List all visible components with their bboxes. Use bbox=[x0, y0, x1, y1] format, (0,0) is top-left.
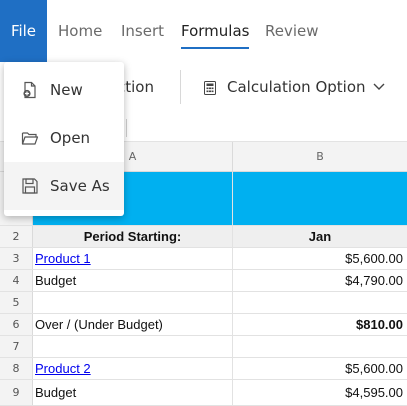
cell[interactable]: Product 2 bbox=[33, 358, 233, 379]
table-row: 4 Budget $4,790.00 bbox=[0, 270, 407, 292]
cell[interactable]: $5,600.00 bbox=[233, 248, 407, 269]
row-header[interactable]: 8 bbox=[0, 358, 33, 379]
row-header[interactable]: 2 bbox=[0, 226, 33, 247]
menu-item-label: Open bbox=[50, 129, 91, 147]
new-file-icon bbox=[23, 81, 36, 99]
table-row: 7 bbox=[0, 336, 407, 358]
tab-formulas[interactable]: Formulas bbox=[181, 0, 250, 62]
toolbar-divider bbox=[180, 70, 181, 104]
cell[interactable]: Budget bbox=[33, 380, 233, 405]
cell[interactable]: $4,595.00 bbox=[233, 380, 407, 405]
row-header[interactable]: 4 bbox=[0, 270, 33, 291]
menu-item-label: New bbox=[50, 81, 83, 99]
table-row: 9 Budget $4,595.00 bbox=[0, 380, 407, 406]
menu-item-label: Save As bbox=[50, 177, 110, 195]
cell[interactable] bbox=[33, 292, 233, 313]
table-row: 8 Product 2 $5,600.00 bbox=[0, 358, 407, 380]
formula-bar-divider bbox=[126, 119, 127, 137]
tab-home[interactable]: Home bbox=[58, 0, 102, 62]
cell[interactable]: Period Starting: bbox=[33, 226, 233, 247]
calculation-option-button[interactable]: Calculation Option bbox=[227, 78, 366, 96]
cell[interactable] bbox=[233, 336, 407, 357]
product-link[interactable]: Product 1 bbox=[35, 251, 91, 266]
menu-item-open[interactable]: Open bbox=[4, 114, 124, 162]
table-row: 6 Over / (Under Budget) $810.00 bbox=[0, 314, 407, 336]
cell[interactable]: $5,600.00 bbox=[233, 358, 407, 379]
file-menu: New Open Save As bbox=[4, 62, 124, 216]
menu-item-new[interactable]: New bbox=[4, 66, 124, 114]
cell[interactable]: Product 1 bbox=[33, 248, 233, 269]
cell[interactable]: $4,790.00 bbox=[233, 270, 407, 291]
row-header[interactable]: 3 bbox=[0, 248, 33, 269]
save-icon bbox=[22, 178, 38, 194]
product-link[interactable]: Product 2 bbox=[35, 361, 91, 376]
row-header[interactable]: 6 bbox=[0, 314, 33, 335]
folder-open-icon bbox=[21, 132, 39, 145]
ribbon-tabbar: File Home Insert Formulas Review bbox=[0, 0, 407, 62]
cell[interactable] bbox=[33, 336, 233, 357]
row-header[interactable]: 5 bbox=[0, 292, 33, 313]
column-header-b[interactable]: B bbox=[233, 142, 407, 172]
table-row: 5 bbox=[0, 292, 407, 314]
tab-file[interactable]: File bbox=[0, 0, 47, 62]
row-header[interactable]: 9 bbox=[0, 380, 33, 405]
table-row: 3 Product 1 $5,600.00 bbox=[0, 248, 407, 270]
cell[interactable] bbox=[233, 172, 407, 225]
tab-insert[interactable]: Insert bbox=[121, 0, 164, 62]
cell[interactable]: Over / (Under Budget) bbox=[33, 314, 233, 335]
calculator-icon bbox=[204, 81, 216, 95]
row-header[interactable]: 7 bbox=[0, 336, 33, 357]
cell[interactable]: Budget bbox=[33, 270, 233, 291]
cell[interactable]: $810.00 bbox=[233, 314, 407, 335]
menu-item-save-as[interactable]: Save As bbox=[4, 162, 124, 210]
cell[interactable] bbox=[233, 292, 407, 313]
cell[interactable]: Jan bbox=[233, 226, 407, 247]
tab-review[interactable]: Review bbox=[265, 0, 319, 62]
table-row: 2 Period Starting: Jan bbox=[0, 226, 407, 248]
chevron-down-icon[interactable] bbox=[372, 82, 386, 92]
